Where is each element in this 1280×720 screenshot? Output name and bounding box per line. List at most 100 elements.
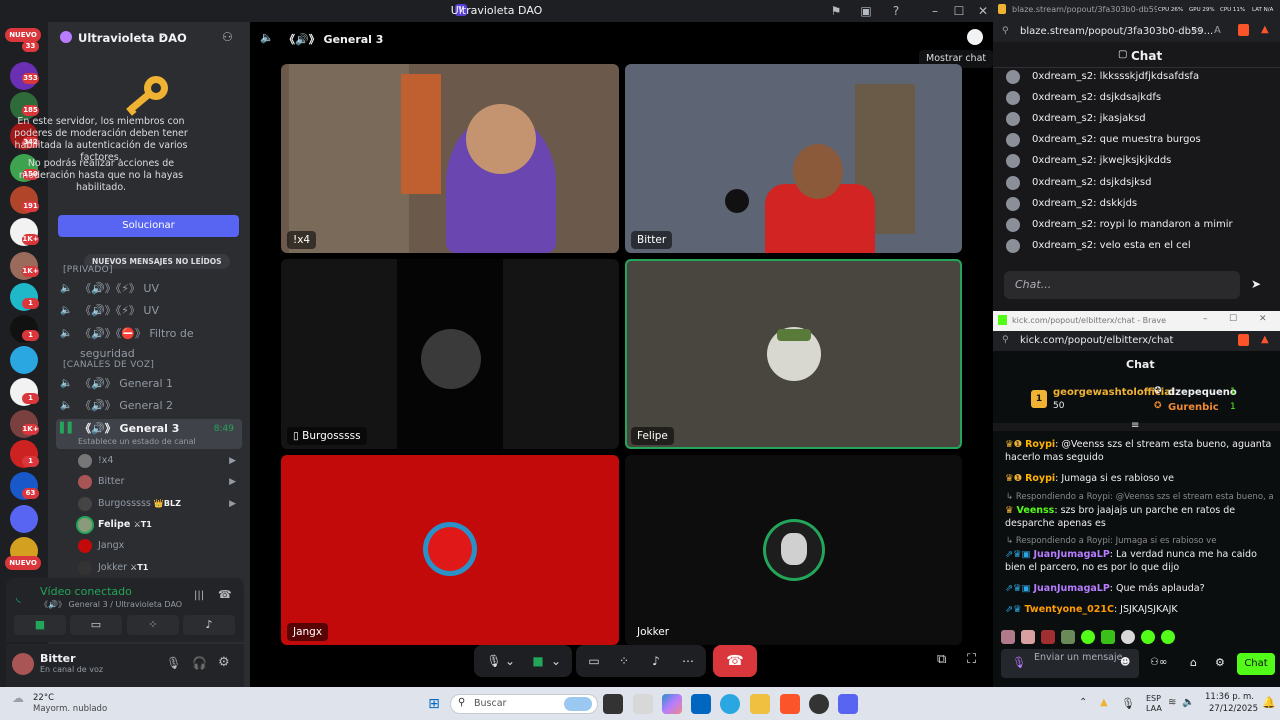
chevron-up-icon[interactable]: ⌃ xyxy=(1079,697,1087,708)
language-indicator[interactable]: ESP xyxy=(1146,694,1161,703)
disconnect-icon[interactable]: ☎ xyxy=(218,588,232,601)
kick-url[interactable]: kick.com/popout/elbitterx/chat xyxy=(1020,335,1173,346)
tray-app-icon[interactable]: ▲ xyxy=(1100,697,1108,708)
chevron-down-icon[interactable]: ⌄ xyxy=(548,648,564,674)
kick-username[interactable]: JuanJumagaLP xyxy=(1033,549,1109,560)
category-private[interactable]: [PRIVADO] xyxy=(63,265,113,275)
send-icon[interactable]: ➤ xyxy=(1251,277,1261,291)
microphone-icon[interactable]: 🎙 xyxy=(166,656,181,670)
video-tile[interactable]: ▯ Burgosssss xyxy=(281,259,619,449)
emote-icon[interactable] xyxy=(1121,630,1135,644)
gift-icon[interactable]: ⌂ xyxy=(1190,656,1197,669)
kick-tab-title[interactable]: kick.com/popout/elbitterx/chat - Brave xyxy=(1012,316,1166,325)
file-explorer-icon[interactable] xyxy=(750,694,770,714)
user-name[interactable]: Bitter xyxy=(40,652,76,665)
kick-chat-button[interactable]: Chat xyxy=(1237,653,1275,675)
brave-shield-icon[interactable] xyxy=(1238,24,1249,36)
emote-icon[interactable] xyxy=(1021,630,1035,644)
channel-filtro[interactable]: 🔈 《🔊》《⛔》 Filtro de seguridad xyxy=(56,324,242,360)
weather-desc[interactable]: Mayorm. nublado xyxy=(33,704,107,714)
voice-location[interactable]: 《🔊》 General 3 / Ultravioleta DAO xyxy=(40,599,182,610)
store-icon[interactable] xyxy=(691,694,711,714)
add-member-icon[interactable]: ⚇ xyxy=(222,30,233,44)
noise-icon[interactable]: ||| xyxy=(194,590,204,601)
task-view-icon[interactable] xyxy=(603,694,623,714)
activities-button[interactable]: ⁘ xyxy=(127,615,179,635)
kick-reply-context[interactable]: ↳ Respondiendo a Roypi: @Veenss szs el s… xyxy=(1006,492,1274,502)
voice-user[interactable]: Jangx xyxy=(78,536,242,556)
windows-start-icon[interactable]: ⊞ xyxy=(424,694,444,714)
notifications-icon[interactable]: 🔔 xyxy=(1262,696,1276,709)
video-tile[interactable]: Jokker xyxy=(625,455,962,645)
gear-icon[interactable]: ⚙ xyxy=(218,655,230,670)
voice-status[interactable]: Vídeo conectado xyxy=(40,585,132,598)
kick-username[interactable]: Twentyone_021C xyxy=(1025,604,1114,615)
voice-user[interactable]: Jokker ⚔T1 xyxy=(78,558,242,578)
fullscreen-icon[interactable]: ⛶ xyxy=(967,652,976,667)
emote-icon[interactable] xyxy=(1161,630,1175,644)
translate-icon[interactable]: A xyxy=(1214,25,1221,36)
cast-icon[interactable]: ▭ xyxy=(1192,25,1201,36)
kick-username[interactable]: Roypi xyxy=(1025,473,1055,484)
emote-icon[interactable] xyxy=(1061,630,1075,644)
volume-icon[interactable]: 🔈 xyxy=(1182,697,1194,708)
show-chat-icon[interactable] xyxy=(967,29,983,45)
video-tile[interactable]: Felipe xyxy=(625,259,962,449)
edge-icon[interactable] xyxy=(720,694,740,714)
soundboard-button[interactable]: ♪ xyxy=(640,648,672,674)
kick-username[interactable]: JuanJumagaLP xyxy=(1033,583,1109,594)
brave-shield-icon[interactable] xyxy=(1238,334,1249,346)
avatar[interactable] xyxy=(12,653,34,675)
maximize-icon[interactable]: ☐ xyxy=(1229,314,1237,324)
soundboard-button[interactable]: ♪ xyxy=(183,615,235,635)
maximize-icon[interactable]: ☐ xyxy=(951,3,967,19)
chevron-down-icon[interactable]: ⌄ xyxy=(158,30,166,41)
disconnect-button[interactable]: ☎ xyxy=(713,645,757,677)
weather-temp[interactable]: 22°C xyxy=(33,693,54,703)
video-tile[interactable]: Bitter xyxy=(625,64,962,253)
chevron-down-icon[interactable]: ⌄ xyxy=(502,648,518,674)
kick-username[interactable]: Veenss xyxy=(1017,505,1055,516)
voice-channel-general-3[interactable]: ▌▌ 《🔊》 General 3 8:49 Establece un estad… xyxy=(56,419,242,449)
server-icon[interactable] xyxy=(10,346,38,374)
discord-icon[interactable] xyxy=(838,694,858,714)
new-pill-top[interactable]: NUEVO xyxy=(5,28,41,42)
close-icon[interactable]: ✕ xyxy=(975,3,991,19)
gifter-name[interactable]: Gurenbic xyxy=(1168,402,1219,413)
mic-icon[interactable]: 🎙 xyxy=(1012,656,1026,669)
popout-icon[interactable]: ⧉ xyxy=(937,652,946,667)
emote-icon[interactable] xyxy=(1041,630,1055,644)
screen-share-button[interactable]: ▭ xyxy=(578,648,610,674)
video-tile[interactable]: Jangx xyxy=(281,455,619,645)
gifter-name[interactable]: dzepequeno xyxy=(1168,387,1237,398)
brave-icon[interactable] xyxy=(780,694,800,714)
site-settings-icon[interactable]: ⚲ xyxy=(1002,335,1009,345)
gear-icon[interactable]: ⚙ xyxy=(1215,656,1225,669)
blaze-tab-title[interactable]: blaze.stream/popout/3fa303b0-db59-43bd-8… xyxy=(1012,5,1157,14)
clock-date[interactable]: 27/12/2025 xyxy=(1209,704,1258,714)
video-tile[interactable]: !x4 xyxy=(281,64,619,253)
widgets-icon[interactable] xyxy=(633,694,653,714)
site-settings-icon[interactable]: ⚲ xyxy=(1002,26,1009,36)
server-icon[interactable] xyxy=(10,505,38,533)
kick-username[interactable]: Roypi xyxy=(1025,439,1055,450)
voice-channel-general-2[interactable]: 🔈 《🔊》 General 2 xyxy=(56,396,242,416)
blaze-url[interactable]: blaze.stream/popout/3fa303b0-db59... xyxy=(1020,26,1213,37)
emote-icon[interactable] xyxy=(1141,630,1155,644)
language-indicator-2[interactable]: LAA xyxy=(1146,704,1162,713)
camera-button[interactable]: ■ xyxy=(14,615,66,635)
microphone-icon[interactable]: 🎙 xyxy=(1121,697,1135,710)
voice-user[interactable]: !x4 ▶ xyxy=(78,451,242,471)
close-icon[interactable]: ✕ xyxy=(1259,314,1267,324)
wifi-icon[interactable]: ≋ xyxy=(1168,697,1176,708)
channel-uv[interactable]: 🔈 《🔊》《⚡》 UV xyxy=(56,279,242,299)
headphones-icon[interactable]: 🎧 xyxy=(192,656,207,670)
screen-share-button[interactable]: ▭ xyxy=(70,615,122,635)
voice-channel-general-1[interactable]: 🔈 《🔊》 General 1 xyxy=(56,374,242,394)
inbox-icon[interactable]: ⚑ xyxy=(828,3,844,19)
brave-rewards-icon[interactable]: ▲ xyxy=(1261,24,1269,35)
activities-button[interactable]: ⁘ xyxy=(608,648,640,674)
voice-user[interactable]: Bitter ▶ xyxy=(78,472,242,492)
emote-icon[interactable] xyxy=(1081,630,1095,644)
solve-button[interactable]: Solucionar xyxy=(58,215,239,237)
